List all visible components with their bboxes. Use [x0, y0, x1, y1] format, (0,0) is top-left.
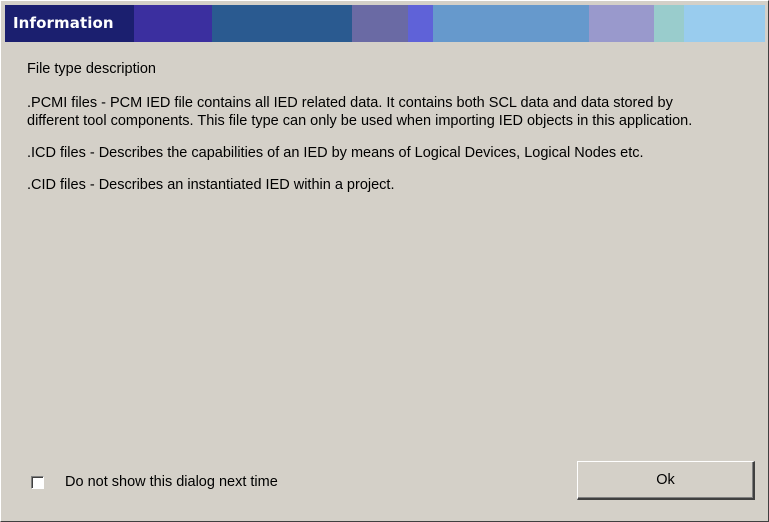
- title-bar-segment: [654, 5, 684, 42]
- dont-show-again-checkbox[interactable]: [31, 475, 44, 489]
- title-bar-segment: [589, 5, 654, 42]
- dont-show-again-option[interactable]: Do not show this dialog next time: [31, 473, 278, 491]
- information-dialog: Information File type description .PCMI …: [0, 0, 769, 522]
- dialog-title: Information: [13, 14, 114, 32]
- icd-description: .ICD files - Describes the capabilities …: [27, 145, 644, 161]
- title-bar-segment: [684, 5, 765, 42]
- pcmi-description: .PCMI files - PCM IED file contains all …: [27, 95, 693, 129]
- title-bar-segment: [408, 5, 433, 42]
- cid-description: .CID files - Describes an instantiated I…: [27, 177, 395, 193]
- description-text: File type description .PCMI files - PCM …: [27, 60, 727, 208]
- title-bar-segment: [433, 5, 589, 42]
- title-bar-segment: [212, 5, 352, 42]
- title-bar-segment: [134, 5, 212, 42]
- title-bar-segment: [352, 5, 408, 42]
- ok-button[interactable]: Ok: [577, 461, 755, 500]
- description-heading: File type description: [27, 61, 156, 77]
- title-bar[interactable]: Information: [5, 5, 765, 42]
- dont-show-again-label[interactable]: Do not show this dialog next time: [65, 474, 278, 490]
